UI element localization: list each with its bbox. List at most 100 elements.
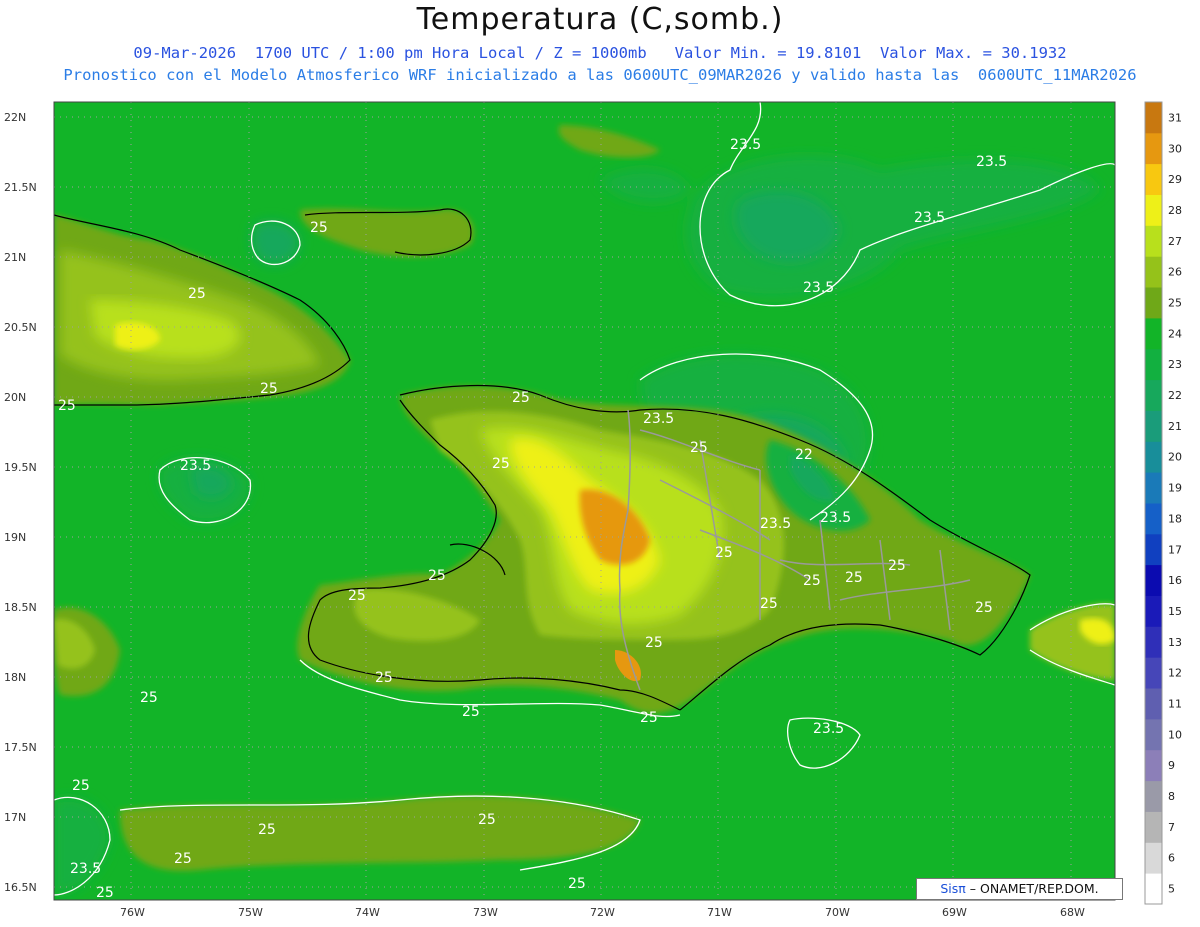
colorbar-swatch xyxy=(1145,718,1162,751)
lon-label: 70W xyxy=(825,906,850,919)
colorbar-swatch xyxy=(1145,410,1162,442)
colorbar-swatch xyxy=(1145,503,1162,535)
colorbar-label: 31 xyxy=(1168,111,1182,124)
contour-label: 25 xyxy=(760,596,778,612)
colorbar-swatch xyxy=(1145,564,1162,596)
contour-label: 25 xyxy=(975,600,993,616)
colorbar-label: 27 xyxy=(1168,235,1182,248)
longitude-axis: 76W 75W 74W 73W 72W 71W 70W 69W 68W xyxy=(120,906,1085,919)
colorbar-label: 13 xyxy=(1168,636,1182,649)
contour-label: 25 xyxy=(348,588,366,604)
colorbar-swatch xyxy=(1145,317,1162,350)
credit-box: Sisπ – ONAMET/REP.DOM. xyxy=(916,878,1123,900)
colorbar-label: 18 xyxy=(1168,512,1182,525)
colorbar-swatch xyxy=(1145,873,1162,905)
contour-label: 25 xyxy=(715,545,733,561)
sis-logo-text: Sisπ xyxy=(940,881,966,896)
lat-label: 20.5N xyxy=(4,321,37,334)
contour-label: 25 xyxy=(568,876,586,892)
lat-label: 19N xyxy=(4,531,26,544)
colorbar-swatch xyxy=(1145,225,1162,257)
lon-label: 72W xyxy=(590,906,615,919)
lat-label: 18N xyxy=(4,671,26,684)
contour-label: 25 xyxy=(645,635,663,651)
contour-label: 25 xyxy=(58,398,76,414)
colorbar-label: 6 xyxy=(1168,852,1175,865)
colorbar-label: 16 xyxy=(1168,574,1182,587)
contour-label: 25 xyxy=(492,456,510,472)
colorbar-swatch xyxy=(1145,749,1162,782)
colorbar-label: 12 xyxy=(1168,667,1182,680)
contour-label: 23.5 xyxy=(643,411,674,427)
lat-label: 18.5N xyxy=(4,601,37,614)
colorbar-swatch xyxy=(1145,811,1162,843)
colorbar-swatch xyxy=(1145,132,1162,165)
lat-label: 19.5N xyxy=(4,461,37,474)
contour-label: 25 xyxy=(188,286,206,302)
colorbar-label: 17 xyxy=(1168,543,1182,556)
contour-label: 25 xyxy=(512,390,530,406)
colorbar-swatch xyxy=(1145,256,1162,288)
colorbar-label: 8 xyxy=(1168,790,1175,803)
colorbar-label: 19 xyxy=(1168,482,1182,495)
contour-label: 22 xyxy=(795,447,813,463)
contour-label: 25 xyxy=(462,704,480,720)
colorbar-swatch xyxy=(1145,595,1162,627)
lon-label: 74W xyxy=(355,906,380,919)
lon-label: 68W xyxy=(1060,906,1085,919)
lat-label: 17.5N xyxy=(4,741,37,754)
contour-label: 25 xyxy=(96,885,114,901)
colorbar-label: 15 xyxy=(1168,605,1182,618)
contour-label: 25 xyxy=(72,778,90,794)
lon-label: 73W xyxy=(473,906,498,919)
contour-label: 25 xyxy=(375,670,393,686)
colorbar-swatch xyxy=(1145,688,1162,720)
contour-label: 23.5 xyxy=(976,154,1007,170)
lat-label: 21.5N xyxy=(4,181,37,194)
colorbar-label: 28 xyxy=(1168,204,1182,217)
colorbar-swatch xyxy=(1145,657,1162,689)
colorbar-label: 22 xyxy=(1168,389,1182,402)
lat-label: 21N xyxy=(4,251,26,264)
contour-label: 23.5 xyxy=(180,458,211,474)
contour-label: 25 xyxy=(140,690,158,706)
colorbar-label: 21 xyxy=(1168,420,1182,433)
lon-label: 71W xyxy=(707,906,732,919)
lat-label: 22N xyxy=(4,111,26,124)
contour-label: 25 xyxy=(640,710,658,726)
contour-label: 25 xyxy=(428,568,446,584)
colorbar-swatch xyxy=(1145,379,1162,411)
contour-label: 23.5 xyxy=(813,721,844,737)
map-area: 25 25 25 25 25 25 25 25 25 25 25 25 25 2… xyxy=(54,102,1115,901)
colorbar-swatch xyxy=(1145,287,1162,319)
contour-label: 23.5 xyxy=(760,516,791,532)
colorbar-swatch xyxy=(1145,780,1162,812)
colorbar-label: 24 xyxy=(1168,327,1182,340)
contour-label: 25 xyxy=(310,220,328,236)
colorbar-label: 9 xyxy=(1168,759,1175,772)
contour-label: 23.5 xyxy=(820,510,851,526)
colorbar-label: 5 xyxy=(1168,883,1175,896)
credit-org: – ONAMET/REP.DOM. xyxy=(969,881,1099,896)
lon-label: 75W xyxy=(238,906,263,919)
colorbar-label: 29 xyxy=(1168,173,1182,186)
colorbar-swatch xyxy=(1145,194,1162,226)
latitude-axis: 22N 21.5N 21N 20.5N 20N 19.5N 19N 18.5N … xyxy=(4,111,37,894)
colorbar-swatch xyxy=(1145,441,1162,473)
colorbar-label: 11 xyxy=(1168,698,1182,711)
contour-label: 23.5 xyxy=(914,210,945,226)
contour-label: 23.5 xyxy=(803,280,834,296)
colorbar-swatch xyxy=(1145,348,1162,381)
contour-label: 25 xyxy=(260,381,278,397)
colorbar-label: 23 xyxy=(1168,358,1182,371)
contour-label: 23.5 xyxy=(730,137,761,153)
contour-label: 25 xyxy=(690,440,708,456)
colorbar: 5 6 7 8 9 10 11 12 13 15 16 17 18 19 20 21 22 23 24 25 26 27 2… xyxy=(1144,101,1182,905)
lon-label: 69W xyxy=(942,906,967,919)
contour-label: 23.5 xyxy=(70,861,101,877)
colorbar-label: 25 xyxy=(1168,297,1182,310)
colorbar-swatch xyxy=(1145,533,1162,566)
colorbar-swatch xyxy=(1145,626,1162,658)
colorbar-label: 20 xyxy=(1168,451,1182,464)
contour-label: 25 xyxy=(478,812,496,828)
